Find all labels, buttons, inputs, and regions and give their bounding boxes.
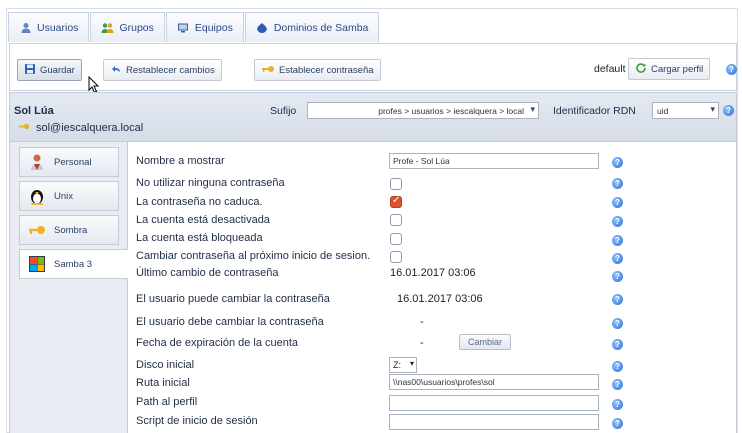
display-name-field[interactable]: Profe - Sol Lúa — [389, 153, 599, 169]
load-profile-button[interactable]: Cargar perfil — [628, 58, 711, 80]
user-email: sol@iescalquera.local — [18, 122, 143, 134]
home-drive-select[interactable]: Z: — [389, 357, 417, 373]
change-expiration-button[interactable]: Cambiar — [459, 334, 512, 350]
form-row: El usuario puede cambiar la contraseña — [136, 293, 330, 305]
save-button[interactable]: Guardar — [17, 59, 82, 81]
form-row: Script de inicio de sesión — [136, 415, 258, 427]
form-row: La cuenta está desactivada — [136, 214, 270, 226]
help-icon[interactable]: ? — [726, 64, 737, 75]
reset-changes-button[interactable]: Restablecer cambios — [103, 59, 222, 81]
help-icon[interactable]: ? — [612, 157, 623, 168]
form-row: Nombre a mostrar — [136, 155, 225, 167]
form-row: La cuenta está bloqueada — [136, 232, 263, 244]
account-disabled-checkbox[interactable] — [390, 214, 402, 226]
form-row: El usuario debe cambiar la contraseña — [136, 316, 324, 328]
tux-icon — [28, 187, 46, 205]
profile-path-field[interactable] — [389, 395, 599, 411]
key-icon — [18, 122, 30, 134]
help-icon[interactable]: ? — [612, 318, 623, 329]
samba-domain-icon — [256, 21, 269, 34]
form-row: Fecha de expiración de la cuenta — [136, 337, 299, 349]
account-locked-checkbox[interactable] — [390, 233, 402, 245]
tab-grupos[interactable]: Grupos — [90, 12, 165, 42]
samba3-icon — [28, 255, 46, 273]
logon-script-field[interactable] — [389, 414, 599, 430]
suffix-label: Sufijo — [270, 105, 297, 117]
help-icon[interactable]: ? — [612, 339, 623, 350]
undo-icon — [110, 63, 122, 78]
help-icon[interactable]: ? — [612, 399, 623, 410]
tab-label: Dominios de Samba — [273, 21, 369, 34]
form-row: Disco inicial — [136, 359, 195, 371]
help-icon[interactable]: ? — [612, 197, 623, 208]
help-icon[interactable]: ? — [612, 418, 623, 429]
form-row: Último cambio de contraseña — [136, 267, 279, 279]
side-tab-samba3[interactable]: Samba 3 — [19, 249, 129, 279]
profile-name: default — [594, 63, 626, 75]
help-icon[interactable]: ? — [612, 294, 623, 305]
help-icon[interactable]: ? — [612, 216, 623, 227]
help-icon[interactable]: ? — [612, 253, 623, 264]
computers-icon — [177, 21, 190, 34]
top-tabs: Usuarios Grupos Equipos Dominios de Samb… — [8, 12, 380, 42]
rdn-label: Identificador RDN — [553, 105, 636, 117]
users-icon — [19, 21, 32, 34]
form-row: Cambiar contraseña al próximo inicio de … — [136, 250, 371, 262]
help-icon[interactable]: ? — [612, 235, 623, 246]
home-path-field[interactable]: \\nas00\usuarios\profes\sol — [389, 374, 599, 390]
help-icon[interactable]: ? — [612, 178, 623, 189]
side-tab-personal[interactable]: Personal — [19, 147, 119, 177]
tab-equipos[interactable]: Equipos — [165, 12, 244, 42]
rdn-select[interactable]: uid — [652, 102, 719, 119]
key-icon — [28, 221, 46, 239]
tab-label: Usuarios — [37, 21, 79, 34]
key-icon — [261, 64, 275, 77]
last-change-value: 16.01.2017 03:06 — [390, 267, 476, 279]
tab-label: Grupos — [119, 21, 154, 34]
change-next-login-checkbox[interactable] — [390, 251, 402, 263]
tab-dominios-samba[interactable]: Dominios de Samba — [244, 12, 380, 42]
user-name: Sol Lúa — [14, 105, 54, 117]
tab-label: Equipos — [194, 21, 233, 34]
form-row: La contraseña no caduca. — [136, 196, 263, 208]
form-row: Path al perfil — [136, 396, 198, 408]
help-icon[interactable]: ? — [612, 361, 623, 372]
no-password-checkbox[interactable] — [390, 178, 402, 190]
side-tab-unix[interactable]: Unix — [19, 181, 119, 211]
personal-icon — [28, 153, 46, 171]
can-change-value: 16.01.2017 03:06 — [397, 293, 483, 305]
form-row: Ruta inicial — [136, 377, 190, 389]
suffix-select[interactable]: profes > usuarios > iescalquera > local — [307, 102, 539, 119]
groups-icon — [101, 21, 114, 34]
no-expire-checkbox[interactable] — [390, 195, 402, 208]
form-row: No utilizar ninguna contraseña — [136, 177, 285, 189]
set-password-button[interactable]: Establecer contraseña — [254, 59, 381, 81]
must-change-value: - — [420, 316, 424, 328]
help-icon[interactable]: ? — [612, 271, 623, 282]
save-icon — [24, 63, 36, 78]
refresh-icon — [635, 62, 647, 77]
side-tab-sombra[interactable]: Sombra — [19, 215, 119, 245]
tab-usuarios[interactable]: Usuarios — [8, 12, 90, 42]
expiration-value: - — [420, 337, 424, 349]
help-icon[interactable]: ? — [723, 105, 734, 116]
help-icon[interactable]: ? — [612, 379, 623, 390]
